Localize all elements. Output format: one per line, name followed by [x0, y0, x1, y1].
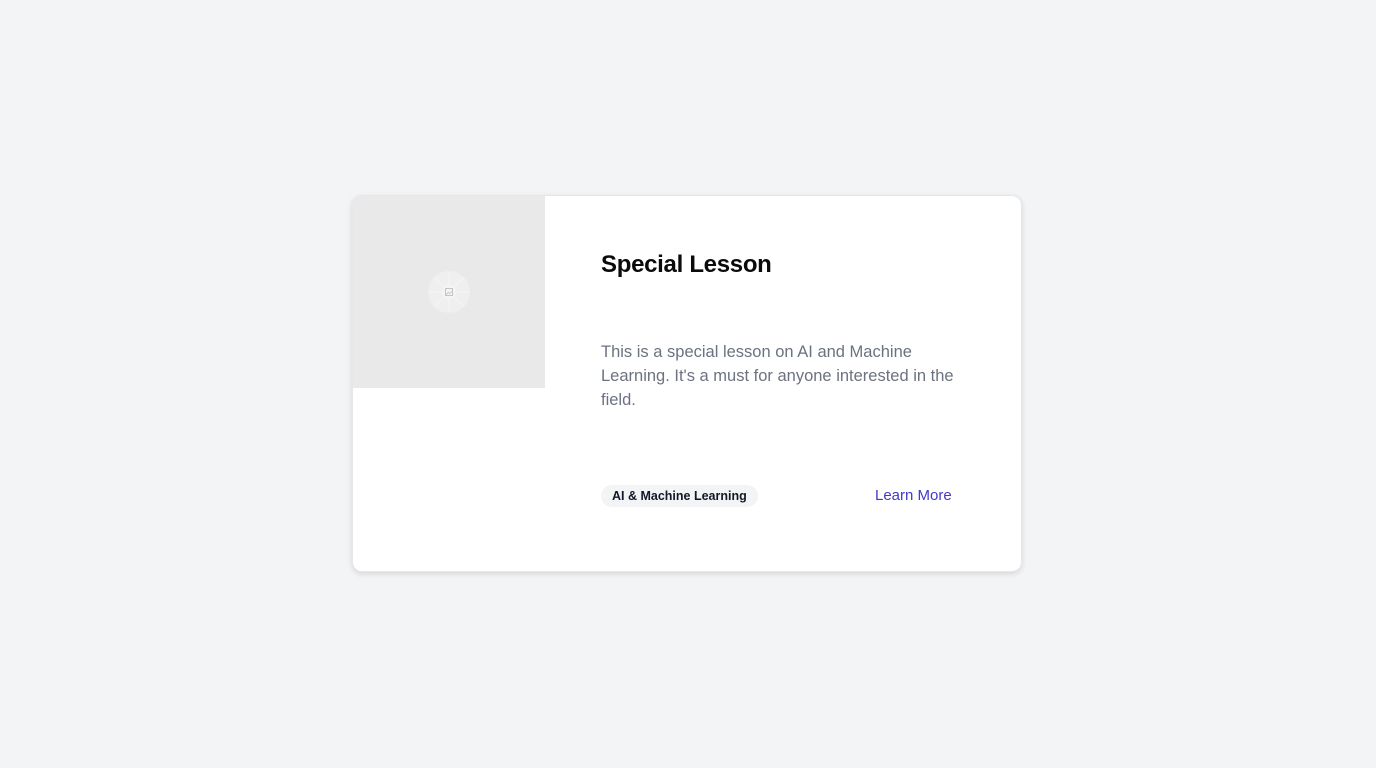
image-placeholder-icon: [428, 271, 470, 313]
lesson-title: Special Lesson: [601, 251, 772, 278]
lesson-thumbnail: [353, 196, 545, 388]
lesson-card: Special Lesson This is a special lesson …: [352, 195, 1022, 572]
lesson-description: This is a special lesson on AI and Machi…: [601, 343, 954, 409]
learn-more-link[interactable]: Learn More: [875, 486, 952, 506]
category-tag: AI & Machine Learning: [601, 485, 758, 507]
